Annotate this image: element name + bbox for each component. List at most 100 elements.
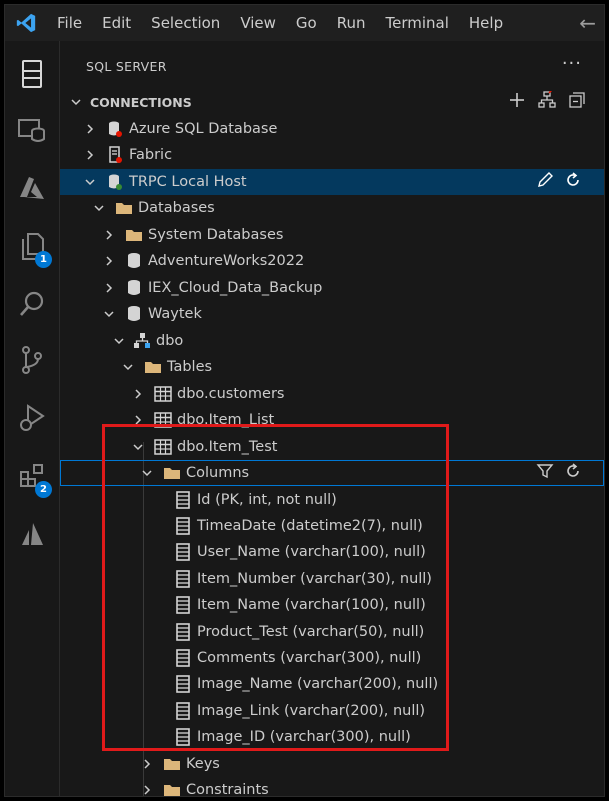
refresh-icon[interactable] (564, 462, 582, 484)
new-group-icon[interactable] (538, 89, 556, 113)
tree-item-label: Azure SQL Database (129, 121, 278, 137)
database-disconnected-icon (106, 120, 124, 138)
database-icon (125, 252, 143, 270)
tree-item-tables[interactable]: Tables (60, 354, 604, 380)
tree-item-label: System Databases (148, 227, 284, 243)
tree-item-label: Tables (167, 359, 213, 375)
folder-icon (163, 464, 181, 482)
run-debug-icon[interactable] (5, 393, 59, 443)
column-item[interactable]: Image_Link (varchar(200), null) (60, 698, 604, 724)
column-label: Comments (varchar(300), null) (197, 650, 422, 666)
sql-server-icon[interactable] (5, 49, 59, 99)
tree-item-system-databases[interactable]: System Databases (60, 222, 604, 248)
vscode-window: File Edit Selection View Go Run Terminal… (4, 4, 605, 797)
column-item[interactable]: Item_Name (varchar(100), null) (60, 592, 604, 618)
column-label: Image_Link (varchar(200), null) (197, 703, 426, 719)
menu-selection[interactable]: Selection (141, 5, 230, 41)
chevron-right-icon (82, 147, 98, 163)
column-label: TimeaDate (datetime2(7), null) (197, 518, 423, 534)
column-item[interactable]: TimeaDate (datetime2(7), null) (60, 513, 604, 539)
fabric-disconnected-icon (106, 146, 124, 164)
tree-item-trpc-local-host[interactable]: TRPC Local Host (60, 169, 604, 195)
tree-item-keys[interactable]: Keys (60, 751, 604, 777)
filter-icon[interactable] (536, 462, 554, 484)
column-item[interactable]: Comments (varchar(300), null) (60, 645, 604, 671)
column-label: Image_Name (varchar(200), null) (197, 676, 439, 692)
column-icon (174, 702, 192, 720)
more-actions-icon[interactable]: ··· (562, 53, 582, 74)
database-icon (125, 305, 143, 323)
explorer-icon[interactable]: 1 (5, 221, 59, 271)
refresh-icon[interactable] (564, 171, 582, 193)
menu-go[interactable]: Go (286, 5, 327, 41)
column-item[interactable]: Image_Name (varchar(200), null) (60, 671, 604, 697)
column-icon (174, 491, 192, 509)
extensions-icon[interactable]: 2 (5, 451, 59, 501)
column-icon (174, 543, 192, 561)
tree-item-adventureworks[interactable]: AdventureWorks2022 (60, 248, 604, 274)
tree-item-label: Keys (186, 756, 220, 772)
column-label: Item_Number (varchar(30), null) (197, 571, 432, 587)
extensions-badge: 2 (35, 481, 52, 498)
folder-icon (125, 226, 143, 244)
tree-item-columns[interactable]: Columns (60, 460, 604, 486)
edit-connection-icon[interactable] (536, 171, 554, 193)
tree-item-fabric[interactable]: Fabric (60, 142, 604, 168)
azure-icon[interactable] (5, 163, 59, 213)
column-icon (174, 570, 192, 588)
column-item[interactable]: Item_Number (varchar(30), null) (60, 566, 604, 592)
column-item[interactable]: Id (PK, int, not null) (60, 487, 604, 513)
tree-item-dbo[interactable]: dbo (60, 328, 604, 354)
column-item[interactable]: Product_Test (varchar(50), null) (60, 619, 604, 645)
menu-terminal[interactable]: Terminal (376, 5, 459, 41)
schema-icon (133, 332, 151, 350)
panel-title: SQL SERVER (86, 59, 167, 74)
tree-item-waytek[interactable]: Waytek (60, 301, 604, 327)
chevron-right-icon (130, 412, 146, 428)
column-item[interactable]: Image_ID (varchar(300), null) (60, 724, 604, 750)
tree-item-label: dbo.Item_List (177, 412, 275, 428)
add-connection-icon[interactable] (508, 91, 526, 113)
chevron-right-icon (101, 227, 117, 243)
column-label: Id (PK, int, not null) (197, 492, 337, 508)
database-projects-icon[interactable] (5, 105, 59, 155)
tree-item-label: AdventureWorks2022 (148, 253, 305, 269)
menu-view[interactable]: View (230, 5, 286, 41)
menu-help[interactable]: Help (459, 5, 513, 41)
tree-item-databases[interactable]: Databases (60, 195, 604, 221)
chevron-right-icon (139, 756, 155, 772)
folder-icon (144, 358, 162, 376)
chevron-down-icon (120, 359, 136, 375)
tree-item-label: dbo.Item_Test (177, 439, 278, 455)
search-icon[interactable] (5, 279, 59, 329)
tree-item-label: Columns (186, 465, 250, 481)
tree-item-label: TRPC Local Host (129, 174, 247, 190)
column-icon (174, 623, 192, 641)
column-icon (174, 517, 192, 535)
tree-item-item-test[interactable]: dbo.Item_Test (60, 434, 604, 460)
database-connected-icon (106, 173, 124, 191)
column-item[interactable]: User_Name (varchar(100), null) (60, 539, 604, 565)
connections-section-header[interactable]: CONNECTIONS (60, 89, 604, 115)
menu-file[interactable]: File (47, 5, 92, 41)
tree-item-constraints[interactable]: Constraints (60, 777, 604, 796)
tree-item-azure-sql[interactable]: Azure SQL Database (60, 116, 604, 142)
column-label: Image_ID (varchar(300), null) (197, 729, 411, 745)
title-bar: File Edit Selection View Go Run Terminal… (5, 5, 604, 41)
back-arrow-icon[interactable]: ← (579, 11, 596, 35)
tree-item-iex-backup[interactable]: IEX_Cloud_Data_Backup (60, 275, 604, 301)
tree-item-item-list[interactable]: dbo.Item_List (60, 407, 604, 433)
chevron-down-icon (101, 306, 117, 322)
database-icon (125, 279, 143, 297)
azure-data-icon[interactable] (5, 509, 59, 559)
source-control-icon[interactable] (5, 335, 59, 385)
explorer-badge: 1 (35, 251, 52, 268)
collapse-all-icon[interactable] (568, 91, 586, 113)
menu-edit[interactable]: Edit (92, 5, 141, 41)
chevron-down-icon (130, 439, 146, 455)
chevron-down-icon (82, 174, 98, 190)
column-label: Product_Test (varchar(50), null) (197, 624, 425, 640)
menu-run[interactable]: Run (327, 5, 376, 41)
column-icon (174, 649, 192, 667)
tree-item-customers[interactable]: dbo.customers (60, 381, 604, 407)
